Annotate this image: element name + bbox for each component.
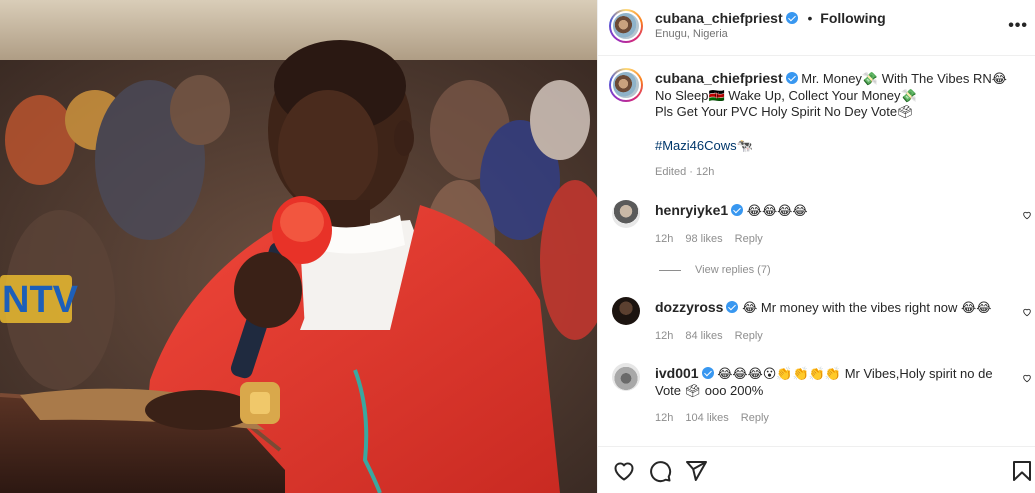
location-link[interactable]: Enugu, Nigeria bbox=[655, 28, 728, 40]
separator-dot: • bbox=[807, 10, 813, 26]
bookmark-icon[interactable] bbox=[1010, 459, 1034, 483]
following-button[interactable]: Following bbox=[820, 10, 885, 26]
comment-time: 12h bbox=[655, 330, 674, 342]
send-icon[interactable] bbox=[684, 459, 708, 483]
commenter-avatar[interactable] bbox=[612, 200, 640, 228]
comment-body: henryiyke1 😂😂😂😂 bbox=[655, 202, 1010, 220]
caption-text: cubana_chiefpriest Mr. Money💸 With The V… bbox=[655, 70, 1025, 154]
commenter-username[interactable]: henryiyke1 bbox=[655, 202, 728, 218]
post-image: NTV bbox=[0, 0, 597, 493]
comment-time: 12h bbox=[655, 233, 674, 245]
caption-line-3: Pls Get Your PVC Holy Spirit No Dey Vote… bbox=[655, 104, 914, 119]
caption-author-username[interactable]: cubana_chiefpriest bbox=[655, 70, 783, 86]
comment-body: ivd001 😂😂😂😮👏👏👏👏 Mr Vibes,Holy spirit no … bbox=[655, 365, 995, 399]
tv-logo: NTV bbox=[0, 275, 79, 323]
comment-likes[interactable]: 98 likes bbox=[685, 233, 722, 245]
verified-badge-icon bbox=[785, 12, 798, 24]
post-photo: NTV bbox=[0, 0, 597, 493]
comment-like-heart-icon[interactable] bbox=[1022, 210, 1032, 220]
comment-likes[interactable]: 104 likes bbox=[685, 412, 728, 424]
author-avatar[interactable] bbox=[609, 9, 643, 43]
comment-icon[interactable] bbox=[648, 459, 672, 483]
commenter-username[interactable]: ivd001 bbox=[655, 365, 699, 381]
comment-meta: 12h 84 likes Reply bbox=[655, 330, 775, 342]
caption-line-1: Mr. Money💸 With The Vibes RN😂 bbox=[801, 71, 1007, 86]
comment-like-heart-icon[interactable] bbox=[1022, 373, 1032, 383]
reply-button[interactable]: Reply bbox=[735, 233, 763, 245]
comment-likes[interactable]: 84 likes bbox=[685, 330, 722, 342]
comment-like-heart-icon[interactable] bbox=[1022, 307, 1032, 317]
commenter-avatar[interactable] bbox=[612, 297, 640, 325]
post-header: cubana_chiefpriest • Following Enugu, Ni… bbox=[598, 0, 1035, 56]
caption-author-avatar[interactable] bbox=[609, 68, 643, 102]
caption-meta: Edited · 12h bbox=[655, 166, 715, 178]
tv-logo-text: NTV bbox=[2, 279, 79, 321]
comment-text: 😂 Mr money with the vibes right now 😂😂 bbox=[742, 300, 992, 315]
reply-button[interactable]: Reply bbox=[735, 330, 763, 342]
hashtag-link[interactable]: #Mazi46Cows🐄 bbox=[655, 138, 1025, 155]
comment-time: 12h bbox=[655, 412, 674, 424]
commenter-avatar[interactable] bbox=[612, 363, 640, 391]
verified-badge-icon bbox=[701, 367, 714, 379]
comment-meta: 12h 98 likes Reply bbox=[655, 233, 775, 245]
comment-meta: 12h 104 likes Reply bbox=[655, 412, 781, 424]
action-bar bbox=[598, 446, 1035, 493]
view-replies-button[interactable]: View replies (7) bbox=[659, 264, 771, 276]
caption-line-2: No Sleep🇰🇪 Wake Up, Collect Your Money💸 bbox=[655, 87, 917, 103]
post-panel: cubana_chiefpriest • Following Enugu, Ni… bbox=[597, 0, 1035, 493]
reply-button[interactable]: Reply bbox=[741, 412, 769, 424]
verified-badge-icon bbox=[785, 72, 798, 84]
comment-text: 😂😂😂😂 bbox=[746, 203, 808, 218]
verified-badge-icon bbox=[726, 301, 739, 313]
heart-icon[interactable] bbox=[612, 459, 636, 483]
more-options-icon[interactable]: ••• bbox=[1008, 17, 1028, 35]
commenter-username[interactable]: dozzyross bbox=[655, 299, 723, 315]
author-username[interactable]: cubana_chiefpriest bbox=[655, 10, 783, 26]
header-author-line: cubana_chiefpriest • Following bbox=[655, 10, 886, 26]
comment-body: dozzyross 😂 Mr money with the vibes righ… bbox=[655, 299, 1010, 317]
verified-badge-icon bbox=[731, 204, 744, 216]
